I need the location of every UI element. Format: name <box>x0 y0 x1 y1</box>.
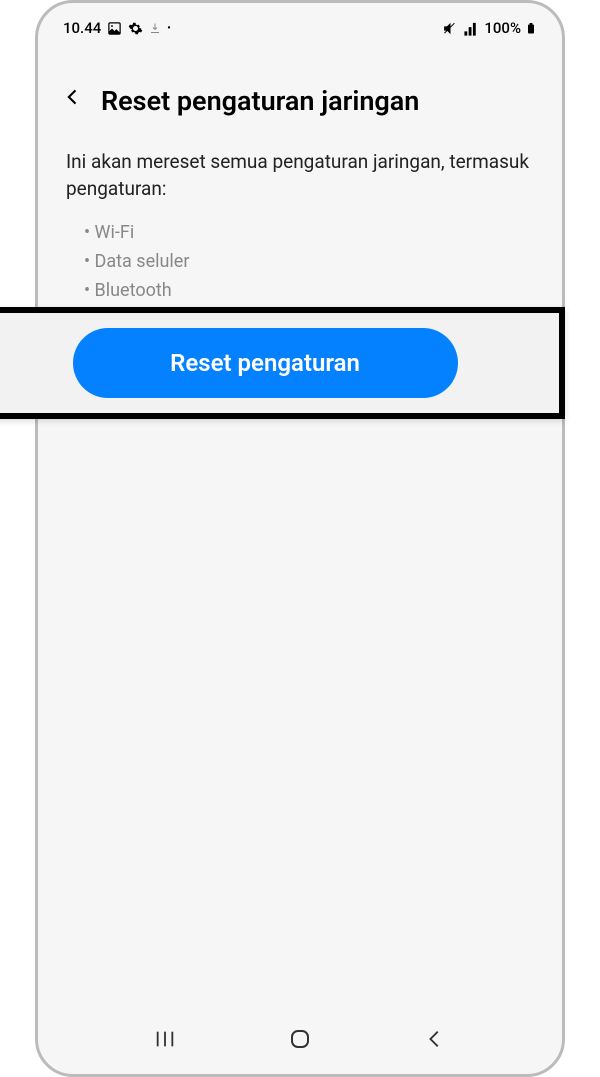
status-time: 10.44 <box>63 19 101 37</box>
bullet-item: • Bluetooth <box>66 276 534 305</box>
description-text: Ini akan mereset semua pengaturan jaring… <box>38 139 562 208</box>
home-button[interactable] <box>288 1027 312 1051</box>
navigation-bar <box>38 1014 562 1074</box>
reset-button[interactable]: Reset pengaturan <box>73 328 458 398</box>
back-button[interactable] <box>63 83 83 119</box>
signal-icon <box>463 20 480 37</box>
download-icon <box>149 21 161 35</box>
highlight-band: Reset pengaturan <box>0 307 565 419</box>
dot-icon: • <box>167 23 171 34</box>
bullet-item: • Wi-Fi <box>66 218 534 247</box>
image-icon <box>107 21 122 36</box>
mute-icon <box>442 20 459 37</box>
gear-icon <box>128 21 143 36</box>
page-title: Reset pengaturan jaringan <box>101 85 419 117</box>
battery-percent: 100% <box>484 19 521 37</box>
bullet-item: • Data seluler <box>66 247 534 276</box>
bullet-list: • Wi-Fi • Data seluler • Bluetooth <box>38 208 562 315</box>
battery-icon <box>525 20 537 37</box>
recents-button[interactable] <box>154 1028 176 1050</box>
status-bar: 10.44 • 100% <box>38 3 562 43</box>
back-nav-button[interactable] <box>424 1028 446 1050</box>
